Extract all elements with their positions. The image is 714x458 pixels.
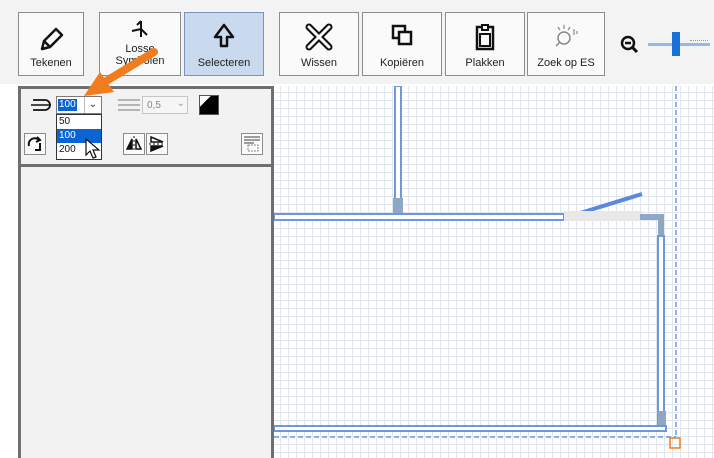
paste-icon xyxy=(475,24,495,51)
pencil-icon xyxy=(40,27,64,51)
mirror-horizontal-icon xyxy=(125,136,143,152)
drawing-canvas[interactable] xyxy=(274,86,714,458)
line-width-chevron-icon: ⌄ xyxy=(176,98,185,109)
wissen-label: Wissen xyxy=(300,57,338,69)
corner-top-right xyxy=(640,214,664,238)
plakken-label: Plakken xyxy=(465,57,505,69)
cursor-icon xyxy=(213,23,235,48)
mirror-horizontal-button[interactable] xyxy=(123,133,145,155)
panel-divider xyxy=(21,164,271,167)
kopieren-label: Kopiëren xyxy=(379,57,425,69)
scale-icon xyxy=(31,99,51,111)
list-icon xyxy=(244,136,260,152)
bottom-wall[interactable] xyxy=(274,425,667,432)
selecteren-button[interactable]: Selecteren xyxy=(184,12,264,76)
properties-list-button[interactable] xyxy=(241,133,263,155)
mirror-vertical-icon xyxy=(149,135,165,153)
annotation-arrow-icon xyxy=(84,48,158,96)
color-picker-button[interactable] xyxy=(199,95,219,115)
vertical-wall[interactable] xyxy=(394,86,402,209)
kopieren-button[interactable]: Kopiëren xyxy=(362,12,442,76)
rotate-button[interactable] xyxy=(24,133,46,155)
zoom-out-icon[interactable] xyxy=(619,34,639,54)
mouse-pointer-icon xyxy=(85,137,101,159)
zoom-slider-ticks xyxy=(690,40,708,42)
search-es-icon xyxy=(555,25,578,47)
plakken-button[interactable]: Plakken xyxy=(445,12,525,76)
floorplan-drawing xyxy=(274,86,681,449)
scale-option-50[interactable]: 50 xyxy=(57,115,101,129)
copy-icon xyxy=(391,24,413,46)
selecteren-label: Selecteren xyxy=(197,57,251,69)
delete-icon xyxy=(305,23,333,51)
symbol-icon xyxy=(131,20,148,37)
resize-handle[interactable] xyxy=(669,437,681,449)
zoek-op-es-button[interactable]: Zoek op ES xyxy=(527,12,605,76)
mirror-vertical-button[interactable] xyxy=(146,133,168,155)
zoek-op-es-label: Zoek op ES xyxy=(537,57,595,69)
zoom-slider-thumb[interactable] xyxy=(672,32,680,56)
top-wall[interactable] xyxy=(274,213,565,221)
right-wall[interactable] xyxy=(657,235,665,427)
wissen-button[interactable]: Wissen xyxy=(279,12,359,76)
rotate-icon xyxy=(27,136,42,151)
